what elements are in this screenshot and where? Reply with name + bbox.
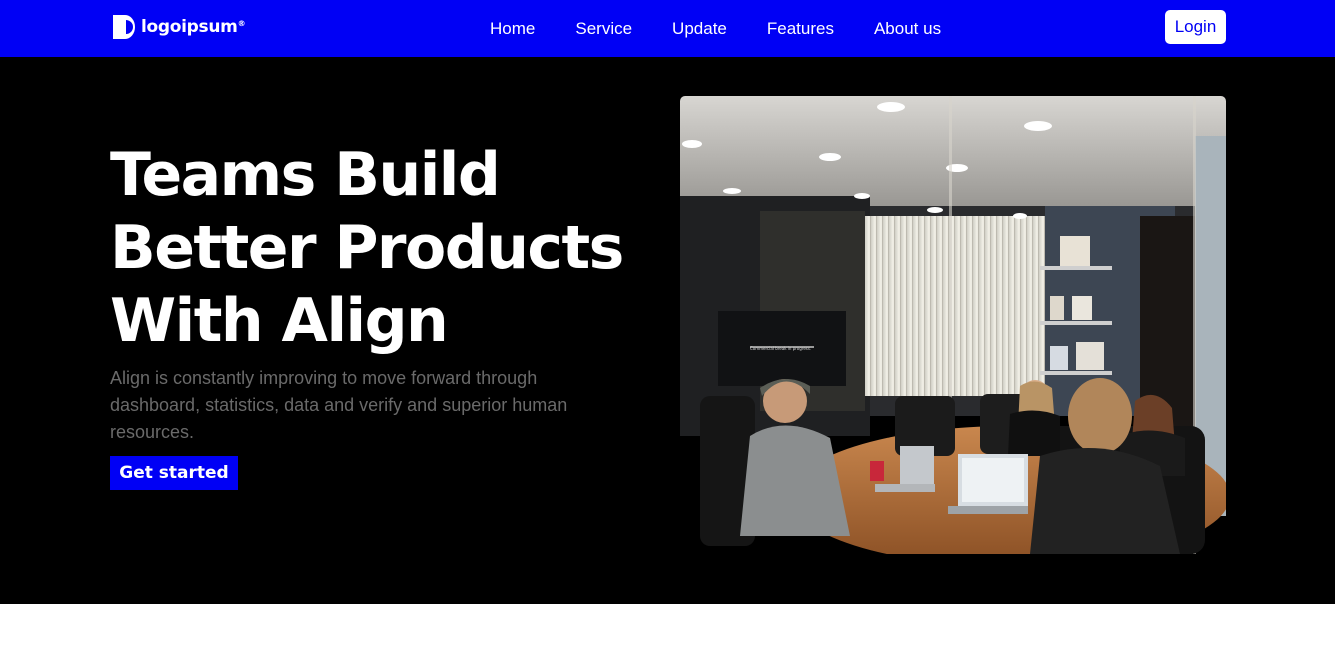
- login-button[interactable]: Login: [1165, 10, 1226, 44]
- hero-section: Teams Build Better Products With Align A…: [0, 57, 1335, 604]
- logo-icon: [113, 15, 135, 39]
- hero-title-line: Teams Build: [110, 140, 501, 210]
- nav-about-us[interactable]: About us: [874, 19, 941, 39]
- logo-text: logoipsum®: [141, 17, 246, 37]
- nav-update[interactable]: Update: [672, 19, 727, 39]
- tv-caption: Commercial break in progress.: [750, 346, 811, 351]
- navbar: logoipsum® Home Service Update Features …: [0, 0, 1335, 57]
- nav-service[interactable]: Service: [575, 19, 632, 39]
- hero-image: Commercial break in progress.: [680, 96, 1226, 554]
- logo-registered-mark: ®: [237, 19, 246, 28]
- hero-title: Teams Build Better Products With Align: [110, 139, 650, 358]
- content-section: [0, 604, 1335, 648]
- logo[interactable]: logoipsum®: [111, 12, 246, 42]
- get-started-button[interactable]: Get started: [110, 456, 238, 490]
- nav-home[interactable]: Home: [490, 19, 535, 39]
- nav-links: Home Service Update Features About us: [490, 0, 941, 57]
- nav-features[interactable]: Features: [767, 19, 834, 39]
- hero-title-line: Better Products: [110, 213, 624, 283]
- hero-subtitle: Align is constantly improving to move fo…: [110, 368, 568, 442]
- hero-title-line: With Align: [110, 286, 449, 356]
